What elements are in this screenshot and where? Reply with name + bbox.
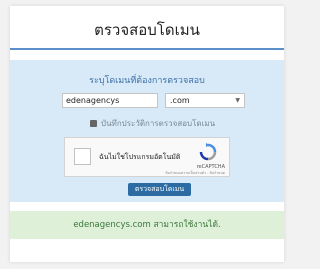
recaptcha-icon (199, 143, 217, 161)
save-history-option[interactable]: บันทึกประวัติการตรวจสอบโดเมน (90, 118, 215, 130)
form-prompt: ระบุโดเมนที่ต้องการตรวจสอบ (89, 76, 205, 86)
title-divider (10, 48, 284, 50)
recaptcha-widget: ฉันไม่ใช่โปรแกรมอัตโนมัติ reCAPTCHA ข้อก… (64, 137, 230, 177)
tld-selected-value: .com (170, 96, 190, 105)
save-history-checkbox[interactable] (90, 120, 97, 127)
chevron-down-icon: ▼ (235, 97, 240, 104)
domain-input[interactable]: edenagencys (62, 93, 158, 108)
recaptcha-links[interactable]: ข้อกำหนดความเป็นส่วนตัว - ข้อกำหนด (165, 170, 225, 176)
page-title: ตรวจสอบโดเมน (94, 21, 200, 39)
domain-form-panel: ระบุโดเมนที่ต้องการตรวจสอบ edenagencys .… (10, 60, 284, 202)
result-message: edenagencys.com สามารถใช้งานได้. (10, 211, 284, 239)
save-history-label: บันทึกประวัติการตรวจสอบโดเมน (101, 119, 216, 128)
check-domain-button[interactable]: ตรวจสอบโดเมน (128, 183, 191, 196)
recaptcha-label: ฉันไม่ใช่โปรแกรมอัตโนมัติ (99, 153, 181, 161)
recaptcha-checkbox[interactable] (74, 148, 91, 165)
tld-select[interactable]: .com ▼ (165, 93, 245, 108)
domain-check-card: ตรวจสอบโดเมน ระบุโดเมนที่ต้องการตรวจสอบ … (10, 6, 284, 262)
